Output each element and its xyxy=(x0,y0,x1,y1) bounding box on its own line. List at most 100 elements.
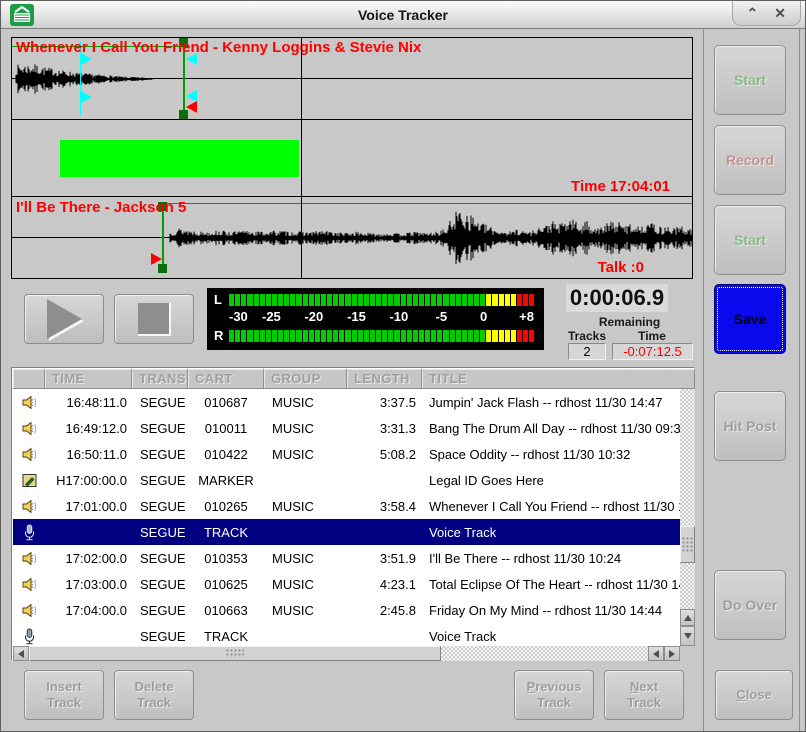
cell-group: MUSIC xyxy=(264,395,347,410)
meter-segment xyxy=(456,330,461,342)
cell-title: Jumpin' Jack Flash -- rdhost 11/30 14:47 xyxy=(422,395,680,410)
cell-group: MUSIC xyxy=(264,499,347,514)
log-row[interactable]: 16:50:11.0SEGUE010422MUSIC5:08.2Space Od… xyxy=(13,441,680,467)
meter-segment xyxy=(333,330,338,342)
meter-segment xyxy=(235,330,240,342)
meter-tick-label: 0 xyxy=(480,309,487,324)
meter-segment xyxy=(480,330,485,342)
playhead-cursor[interactable] xyxy=(301,38,302,278)
fade-marker-handle[interactable] xyxy=(81,91,92,103)
meter-segment xyxy=(499,294,504,306)
meter-segment xyxy=(492,330,497,342)
horizontal-scrollbar-thumb[interactable] xyxy=(29,646,441,661)
log-row[interactable]: 17:01:00.0SEGUE010265MUSIC3:58.4Whenever… xyxy=(13,493,680,519)
vertical-scrollbar-thumb[interactable] xyxy=(680,526,695,563)
meter-segment xyxy=(309,294,314,306)
column-header xyxy=(13,369,45,388)
vertical-scrollbar[interactable] xyxy=(680,389,695,646)
remaining-time-label: Time xyxy=(627,329,677,343)
meter-segment xyxy=(339,330,344,342)
record-button[interactable]: Record xyxy=(714,125,786,195)
cell-title: Voice Track xyxy=(422,629,680,644)
meter-segment xyxy=(492,294,497,306)
scrollbar-grip xyxy=(226,649,244,658)
close-window-icon[interactable]: ✕ xyxy=(774,6,786,20)
right-button-panel: Start Record Start Save Hit Post Do Over Clos… xyxy=(703,29,800,732)
titlebar[interactable]: Voice Tracker ⌃ ✕ xyxy=(1,1,805,29)
meter-segment xyxy=(468,294,473,306)
track1-title: Whenever I Call You Friend - Kenny Loggi… xyxy=(16,39,421,56)
meter-segment xyxy=(229,330,234,342)
log-row[interactable]: 17:03:00.0SEGUE010625MUSIC4:23.1Total Ec… xyxy=(13,571,680,597)
meter-left-label: L xyxy=(214,292,222,307)
next-track-button[interactable]: NextTrack xyxy=(604,670,684,720)
start-button[interactable]: Start xyxy=(714,205,786,275)
meter-segment xyxy=(370,330,375,342)
microphone-icon xyxy=(13,524,45,541)
meter-segment xyxy=(327,294,332,306)
end-marker-handle[interactable] xyxy=(186,101,197,113)
start-button[interactable]: Start xyxy=(714,45,786,115)
track-next-cart[interactable]: I'll Be There - Jackson 5 Talk :0 xyxy=(12,197,692,278)
meter-segment xyxy=(247,330,252,342)
save-button[interactable]: Save xyxy=(714,284,786,354)
meter-segment xyxy=(303,294,308,306)
window-title: Voice Tracker xyxy=(1,7,805,23)
meter-segment xyxy=(474,294,479,306)
scroll-down-button[interactable] xyxy=(680,626,695,646)
scroll-right-button[interactable] xyxy=(664,646,680,661)
arrow-up-icon xyxy=(684,615,692,621)
track-previous-cart[interactable]: Whenever I Call You Friend - Kenny Loggi… xyxy=(12,38,692,119)
meter-segment xyxy=(321,294,326,306)
meter-segment xyxy=(431,294,436,306)
insert-track-button[interactable]: InsertTrack xyxy=(24,670,104,720)
meter-segment xyxy=(327,330,332,342)
speaker-icon xyxy=(13,394,45,411)
log-row[interactable]: H17:00:00.0SEGUEMARKERLegal ID Goes Here xyxy=(13,467,680,493)
scroll-up-button[interactable] xyxy=(680,609,695,626)
log-row[interactable]: SEGUETRACKVoice Track xyxy=(13,623,680,646)
scroll-left-button[interactable] xyxy=(648,646,664,661)
cell-cart: 010353 xyxy=(188,551,264,566)
meter-segment xyxy=(401,294,406,306)
log-row[interactable]: SEGUETRACKVoice Track xyxy=(13,519,680,545)
cell-time: 17:04:00.0 xyxy=(45,603,132,618)
log-row[interactable]: 16:49:12.0SEGUE010011MUSIC3:31.3Bang The… xyxy=(13,415,680,441)
remaining-tracks-value: 2 xyxy=(568,343,606,360)
track-voice[interactable]: Time 17:04:01 xyxy=(12,120,692,196)
meter-segment xyxy=(474,330,479,342)
log-row[interactable]: 17:02:00.0SEGUE010353MUSIC3:51.9I'll Be … xyxy=(13,545,680,571)
horizontal-scrollbar[interactable] xyxy=(13,646,680,661)
log-row[interactable]: 17:04:00.0SEGUE010663MUSIC2:45.8Friday O… xyxy=(13,597,680,623)
delete-track-button[interactable]: DeleteTrack xyxy=(114,670,194,720)
start-marker-handle[interactable] xyxy=(151,253,162,265)
voice-track-region[interactable] xyxy=(60,140,299,177)
play-button[interactable] xyxy=(24,294,104,344)
hit-post-button[interactable]: Hit Post xyxy=(714,391,786,461)
cell-time: 16:50:11.0 xyxy=(45,447,132,462)
shade-window-icon[interactable]: ⌃ xyxy=(747,6,759,20)
meter-segment xyxy=(278,330,283,342)
marker-handle-bottom[interactable] xyxy=(158,264,167,273)
arrow-left-icon xyxy=(18,650,24,658)
remaining-label: Remaining xyxy=(566,315,693,329)
play-icon xyxy=(47,299,82,339)
close-button[interactable]: Close xyxy=(715,670,793,720)
meter-segment xyxy=(419,294,424,306)
meter-segment xyxy=(315,330,320,342)
meter-segment xyxy=(382,294,387,306)
meter-segment xyxy=(241,330,246,342)
previous-track-button[interactable]: PreviousTrack xyxy=(514,670,594,720)
voice-tracker-window: Voice Tracker ⌃ ✕ Whenever I Call You Fr… xyxy=(0,0,806,732)
meter-scale: -30-25-20-15-10-50+8 xyxy=(229,309,534,324)
stop-button[interactable] xyxy=(114,294,194,344)
cell-length: 3:37.5 xyxy=(347,395,422,410)
meter-segment xyxy=(315,294,320,306)
meter-segment xyxy=(511,330,516,342)
meter-tick-label: -15 xyxy=(347,309,366,324)
speaker-icon xyxy=(13,602,45,619)
do-over-button[interactable]: Do Over xyxy=(714,570,786,640)
log-row[interactable]: 16:48:11.0SEGUE010687MUSIC3:37.5Jumpin' … xyxy=(13,389,680,415)
scroll-left-button[interactable] xyxy=(13,646,29,661)
cell-cart: 010422 xyxy=(188,447,264,462)
